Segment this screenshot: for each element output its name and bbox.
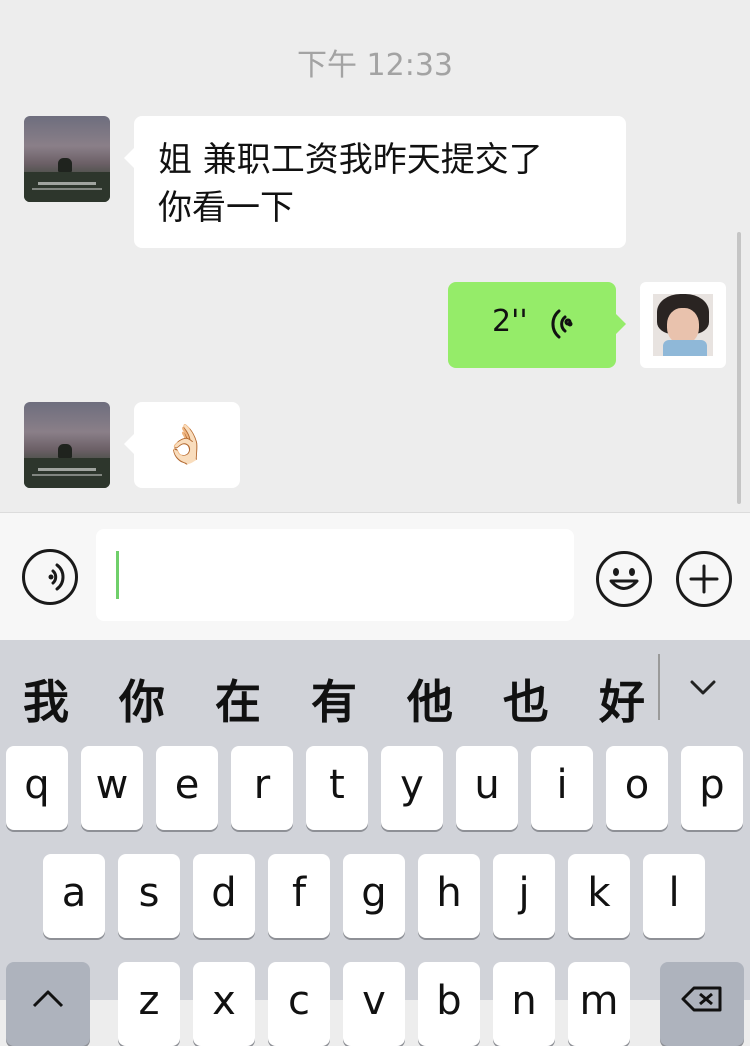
message-text-line: 姐 兼职工资我昨天提交了 [158, 140, 543, 180]
key-a[interactable]: a [43, 854, 105, 938]
voice-mode-button[interactable] [22, 549, 78, 605]
key-e[interactable]: e [156, 746, 218, 830]
key-t[interactable]: t [306, 746, 368, 830]
candidate-word[interactable]: 有 [304, 666, 364, 732]
key-m[interactable]: m [568, 962, 630, 1046]
incoming-emoji-bubble[interactable]: 👌🏻 [124, 402, 240, 488]
plus-icon [689, 564, 719, 594]
key-s[interactable]: s [118, 854, 180, 938]
delete-key[interactable] [660, 962, 744, 1046]
candidate-word[interactable]: 好 [592, 666, 652, 732]
smiley-face-icon [609, 568, 639, 590]
candidate-word[interactable]: 我 [16, 666, 76, 732]
candidate-bar: 我 你 在 有 他 也 好 [0, 640, 750, 750]
more-button[interactable] [676, 551, 732, 607]
message-input[interactable] [96, 529, 574, 621]
key-o[interactable]: o [606, 746, 668, 830]
chat-area: 下午 12:33 姐 兼职工资我昨天提交了 你看一下 2'' 👌🏻 [0, 0, 750, 512]
key-f[interactable]: f [268, 854, 330, 938]
backspace-icon [681, 986, 722, 1012]
voice-wave-icon [551, 309, 573, 339]
keyboard: 我 你 在 有 他 也 好 q w e r t y u i o p a s d … [0, 640, 750, 1046]
key-k[interactable]: k [568, 854, 630, 938]
chevron-down-icon[interactable] [690, 674, 716, 700]
contact-avatar[interactable] [24, 402, 110, 488]
ok-hand-emoji: 👌🏻 [162, 422, 210, 466]
key-y[interactable]: y [381, 746, 443, 830]
candidate-divider [658, 654, 660, 720]
key-v[interactable]: v [343, 962, 405, 1046]
key-n[interactable]: n [493, 962, 555, 1046]
candidate-word[interactable]: 你 [112, 666, 172, 732]
candidate-word[interactable]: 他 [400, 666, 460, 732]
key-g[interactable]: g [343, 854, 405, 938]
key-r[interactable]: r [231, 746, 293, 830]
key-x[interactable]: x [193, 962, 255, 1046]
key-h[interactable]: h [418, 854, 480, 938]
key-l[interactable]: l [643, 854, 705, 938]
voice-mode-icon [48, 563, 65, 591]
key-u[interactable]: u [456, 746, 518, 830]
message-timestamp: 下午 12:33 [297, 48, 453, 83]
key-w[interactable]: w [81, 746, 143, 830]
key-q[interactable]: q [6, 746, 68, 830]
contact-avatar[interactable] [24, 116, 110, 202]
candidate-word[interactable]: 也 [496, 666, 556, 732]
key-d[interactable]: d [193, 854, 255, 938]
voice-duration: 2'' [492, 304, 528, 339]
shift-arrow-icon [32, 990, 64, 1008]
emoji-button[interactable] [596, 551, 652, 607]
shift-key[interactable] [6, 962, 90, 1046]
chat-scrollbar[interactable] [737, 232, 741, 504]
key-i[interactable]: i [531, 746, 593, 830]
message-input-bar [0, 512, 750, 641]
candidate-word[interactable]: 在 [208, 666, 268, 732]
incoming-message-bubble[interactable]: 姐 兼职工资我昨天提交了 你看一下 [124, 116, 626, 248]
user-avatar[interactable] [640, 282, 726, 368]
key-j[interactable]: j [493, 854, 555, 938]
key-b[interactable]: b [418, 962, 480, 1046]
key-c[interactable]: c [268, 962, 330, 1046]
message-text-line: 你看一下 [158, 188, 294, 228]
outgoing-voice-message[interactable]: 2'' [448, 282, 626, 368]
key-p[interactable]: p [681, 746, 743, 830]
text-caret [116, 551, 119, 599]
key-z[interactable]: z [118, 962, 180, 1046]
